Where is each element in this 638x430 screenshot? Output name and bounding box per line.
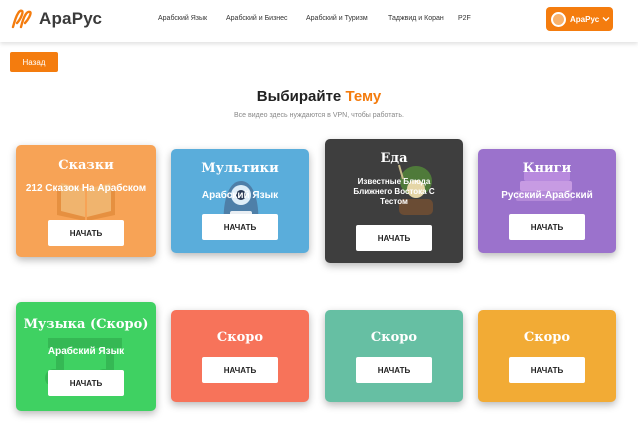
card-food[interactable]: Еда Известные Блюда Ближнего Востока С Т… bbox=[325, 139, 463, 263]
start-button[interactable]: НАЧАТЬ bbox=[356, 357, 432, 383]
card-soon[interactable]: Скоро НАЧАТЬ bbox=[478, 310, 616, 402]
nav-item-tajweed[interactable]: Таджвид и Коран bbox=[388, 15, 444, 22]
card-title: Сказки bbox=[58, 158, 114, 173]
page-title-main: Выбирайте bbox=[256, 88, 346, 105]
start-button[interactable]: НАЧАТЬ bbox=[202, 214, 278, 240]
start-button[interactable]: НАЧАТЬ bbox=[48, 220, 124, 246]
card-soon[interactable]: Скоро НАЧАТЬ bbox=[171, 310, 309, 402]
start-button[interactable]: НАЧАТЬ bbox=[202, 357, 278, 383]
top-header: АраРус Арабский Язык Арабский и Бизнес А… bbox=[0, 0, 638, 42]
start-button[interactable]: НАЧАТЬ bbox=[509, 214, 585, 240]
card-subtitle: Арабский Язык bbox=[47, 346, 125, 357]
page-title-accent: Тему bbox=[345, 88, 382, 105]
card-title: Музыка (Скоро) bbox=[23, 317, 149, 332]
card-title: Мультики bbox=[201, 161, 279, 176]
card-title: Еда bbox=[380, 151, 408, 166]
card-title: Книги bbox=[522, 161, 572, 176]
card-title: Скоро bbox=[370, 330, 418, 345]
nav-item-p2f[interactable]: P2F bbox=[458, 15, 471, 22]
card-soon[interactable]: Скоро НАЧАТЬ bbox=[325, 310, 463, 402]
page-title: Выбирайте Тему bbox=[0, 88, 638, 105]
chevron-down-icon bbox=[602, 17, 610, 22]
card-subtitle: 212 Сказок На Арабском bbox=[25, 183, 147, 194]
user-menu-button[interactable]: АраРус bbox=[546, 7, 613, 31]
start-button[interactable]: НАЧАТЬ bbox=[509, 357, 585, 383]
card-music[interactable]: Музыка (Скоро) Арабский Язык НАЧАТЬ bbox=[16, 302, 156, 411]
card-title: Скоро bbox=[216, 330, 264, 345]
user-name: АраРус bbox=[570, 14, 600, 24]
card-tales[interactable]: Сказки 212 Сказок На Арабском НАЧАТЬ bbox=[16, 145, 156, 257]
card-title: Скоро bbox=[523, 330, 571, 345]
card-cartoons[interactable]: Мультики Арабский Язык НАЧАТЬ bbox=[171, 149, 309, 253]
card-books[interactable]: Книги Русский-Арабский НАЧАТЬ bbox=[478, 149, 616, 253]
nav-item-arabic[interactable]: Арабский Язык bbox=[158, 15, 207, 22]
page-subtitle: Все видео здесь нуждаются в VPN, чтобы р… bbox=[234, 112, 404, 119]
nav-item-business[interactable]: Арабский и Бизнес bbox=[226, 15, 288, 22]
card-subtitle: Известные Блюда Ближнего Востока С Тесто… bbox=[353, 177, 435, 206]
avatar bbox=[551, 11, 566, 27]
start-button[interactable]: НАЧАТЬ bbox=[356, 225, 432, 251]
card-subtitle: Русский-Арабский bbox=[501, 190, 593, 201]
main-nav: Арабский Язык Арабский и Бизнес Арабский… bbox=[0, 15, 638, 27]
nav-item-tourism[interactable]: Арабский и Туризм bbox=[306, 15, 368, 22]
back-button[interactable]: Назад bbox=[10, 52, 58, 72]
start-button[interactable]: НАЧАТЬ bbox=[48, 370, 124, 396]
card-subtitle: Арабский Язык bbox=[201, 190, 279, 201]
